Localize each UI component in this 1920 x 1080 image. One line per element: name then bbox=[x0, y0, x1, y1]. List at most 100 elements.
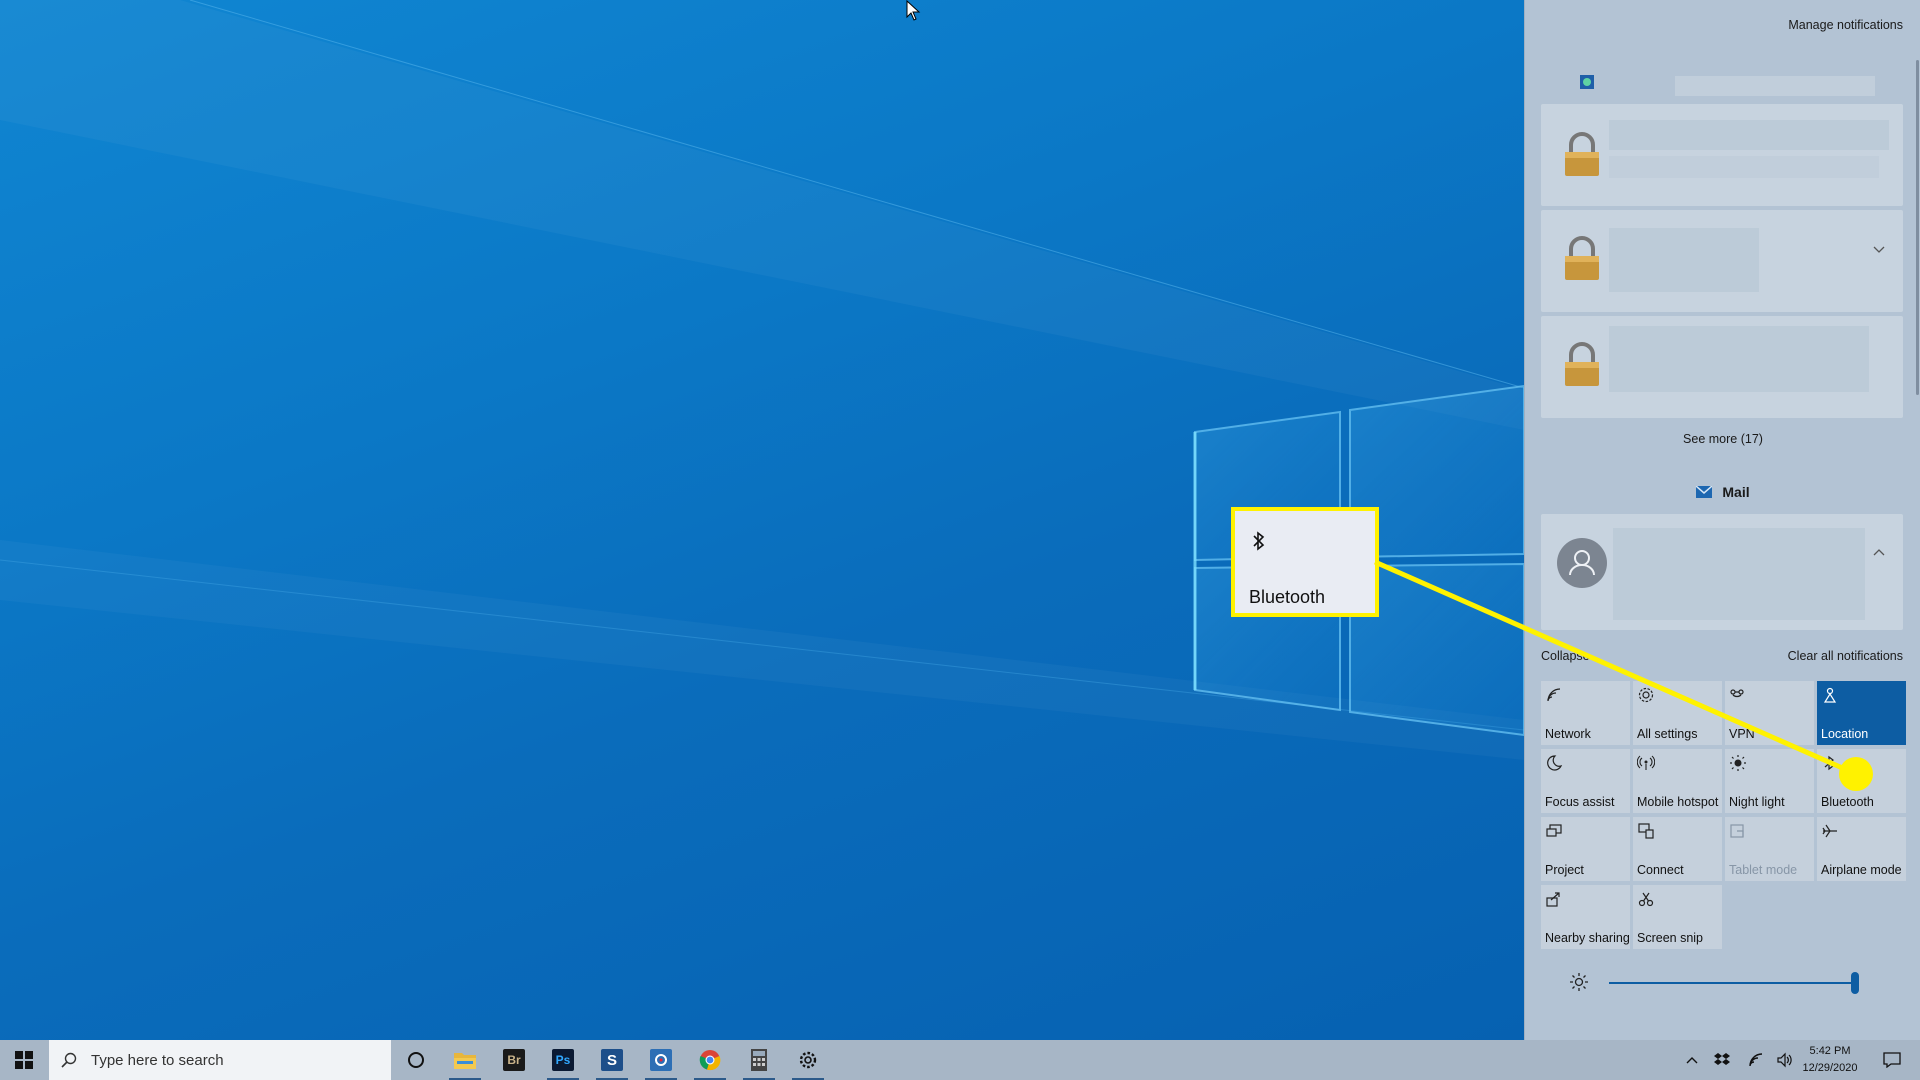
lock-icon bbox=[1565, 236, 1599, 280]
wifi-icon bbox=[1749, 1053, 1763, 1067]
cortana-button[interactable] bbox=[392, 1040, 440, 1080]
tile-vpn[interactable]: VPN bbox=[1725, 681, 1814, 745]
show-hidden-icons-button[interactable] bbox=[1680, 1040, 1704, 1080]
notification-card[interactable] bbox=[1541, 210, 1903, 312]
tile-all-settings[interactable]: All settings bbox=[1633, 681, 1722, 745]
tile-nearby-sharing[interactable]: Nearby sharing bbox=[1541, 885, 1630, 949]
mail-group-label: Mail bbox=[1722, 484, 1750, 500]
chevron-up-icon bbox=[1686, 1057, 1698, 1064]
collapse-link[interactable]: Collapse bbox=[1541, 649, 1590, 663]
taskbar-app-generic[interactable] bbox=[637, 1040, 685, 1080]
brightness-slider-track[interactable] bbox=[1609, 982, 1853, 984]
tile-airplane-mode[interactable]: Airplane mode bbox=[1817, 817, 1906, 881]
app-icon bbox=[650, 1049, 672, 1071]
notification-text-blurred bbox=[1609, 156, 1879, 178]
vpn-icon bbox=[1730, 689, 1744, 698]
lock-icon bbox=[1565, 342, 1599, 386]
tile-label: Project bbox=[1545, 863, 1584, 877]
share-icon bbox=[1546, 892, 1560, 907]
tile-connect[interactable]: Connect bbox=[1633, 817, 1722, 881]
tile-tablet-mode[interactable]: Tablet mode bbox=[1725, 817, 1814, 881]
tile-label: Bluetooth bbox=[1821, 795, 1874, 809]
tile-project[interactable]: Project bbox=[1541, 817, 1630, 881]
snagit-icon: S bbox=[601, 1049, 623, 1071]
tile-location[interactable]: Location bbox=[1817, 681, 1906, 745]
mouse-cursor-icon bbox=[906, 0, 921, 21]
chevron-up-icon[interactable] bbox=[1873, 548, 1885, 556]
notification-card[interactable] bbox=[1541, 316, 1903, 418]
tile-night-light[interactable]: Night light bbox=[1725, 749, 1814, 813]
tile-label: Tablet mode bbox=[1729, 863, 1798, 877]
mail-notification-card[interactable] bbox=[1541, 514, 1903, 630]
tile-network[interactable]: Network bbox=[1541, 681, 1630, 745]
taskbar-app-chrome[interactable] bbox=[686, 1040, 734, 1080]
bluetooth-icon bbox=[1824, 755, 1834, 771]
calculator-icon bbox=[751, 1049, 767, 1071]
tile-label: Network bbox=[1545, 727, 1591, 741]
adobe-bridge-icon: Br bbox=[503, 1049, 525, 1071]
tile-bluetooth[interactable]: Bluetooth bbox=[1817, 749, 1906, 813]
tile-label: Focus assist bbox=[1545, 795, 1615, 809]
search-placeholder: Type here to search bbox=[91, 1051, 224, 1069]
network-tray[interactable] bbox=[1744, 1040, 1768, 1080]
group-title-blurred bbox=[1675, 76, 1875, 96]
tile-label: Airplane mode bbox=[1821, 863, 1902, 877]
chrome-icon bbox=[699, 1050, 721, 1071]
desktop: Bluetooth bbox=[0, 0, 1524, 1040]
taskbar-app-adobe-bridge[interactable]: Br bbox=[490, 1040, 538, 1080]
taskbar-app-calculator[interactable] bbox=[735, 1040, 783, 1080]
avatar bbox=[1557, 538, 1607, 588]
brightness-slider-thumb[interactable] bbox=[1851, 972, 1859, 994]
photoshop-icon: Ps bbox=[552, 1049, 574, 1071]
tile-label: Location bbox=[1821, 727, 1869, 741]
taskbar-search[interactable]: Type here to search bbox=[49, 1040, 391, 1080]
clock-time: 5:42 PM bbox=[1809, 1045, 1851, 1057]
project-icon bbox=[1546, 824, 1562, 837]
settings-icon bbox=[799, 1051, 817, 1069]
windows-logo-icon bbox=[15, 1051, 33, 1069]
taskbar-app-snagit[interactable]: S bbox=[588, 1040, 636, 1080]
notification-card[interactable] bbox=[1541, 104, 1903, 206]
gear-icon bbox=[1638, 687, 1654, 703]
tile-focus-assist[interactable]: Focus assist bbox=[1541, 749, 1630, 813]
notification-text-blurred bbox=[1609, 228, 1759, 292]
volume-tray[interactable] bbox=[1774, 1040, 1796, 1080]
tablet-icon bbox=[1730, 824, 1744, 838]
file-explorer-icon bbox=[454, 1053, 476, 1069]
tile-screen-snip[interactable]: Screen snip bbox=[1633, 885, 1722, 949]
taskbar-app-settings[interactable] bbox=[784, 1040, 832, 1080]
tile-label: All settings bbox=[1637, 727, 1698, 741]
clear-all-notifications-link[interactable]: Clear all notifications bbox=[1788, 649, 1903, 663]
action-center: Manage notifications See more (17) Mail … bbox=[1524, 0, 1920, 1040]
cortana-icon bbox=[408, 1052, 424, 1068]
callout-label: Bluetooth bbox=[1249, 587, 1326, 607]
app-group-icon bbox=[1580, 75, 1594, 89]
network-icon bbox=[1547, 688, 1561, 702]
tile-mobile-hotspot[interactable]: Mobile hotspot bbox=[1633, 749, 1722, 813]
dropbox-icon bbox=[1714, 1053, 1730, 1065]
airplane-icon bbox=[1822, 824, 1837, 838]
dropbox-tray[interactable] bbox=[1710, 1040, 1734, 1080]
taskbar-app-photoshop[interactable]: Ps bbox=[539, 1040, 587, 1080]
see-more-link[interactable]: See more (17) bbox=[1525, 432, 1920, 446]
notification-text-blurred bbox=[1609, 326, 1869, 392]
action-center-button[interactable] bbox=[1872, 1040, 1912, 1080]
mail-group-header: Mail bbox=[1525, 484, 1920, 500]
taskbar: Type here to search Br Ps S 5:42 PM 12/2… bbox=[0, 1040, 1920, 1080]
scrollbar[interactable] bbox=[1916, 60, 1919, 395]
moon-icon bbox=[1547, 755, 1563, 771]
lock-icon bbox=[1565, 132, 1599, 176]
sun-icon bbox=[1730, 755, 1746, 771]
taskbar-app-file-explorer[interactable] bbox=[441, 1040, 489, 1080]
search-icon bbox=[61, 1052, 77, 1068]
chevron-down-icon[interactable] bbox=[1873, 246, 1885, 254]
volume-icon bbox=[1777, 1052, 1792, 1068]
tile-label: Screen snip bbox=[1637, 931, 1704, 945]
notification-text-blurred bbox=[1613, 528, 1865, 620]
tile-label: VPN bbox=[1729, 727, 1755, 741]
start-button[interactable] bbox=[0, 1040, 48, 1080]
clock[interactable]: 5:42 PM 12/29/2020 bbox=[1794, 1043, 1866, 1077]
connect-icon bbox=[1638, 823, 1654, 839]
person-icon bbox=[1569, 550, 1595, 576]
manage-notifications-link[interactable]: Manage notifications bbox=[1788, 18, 1903, 32]
